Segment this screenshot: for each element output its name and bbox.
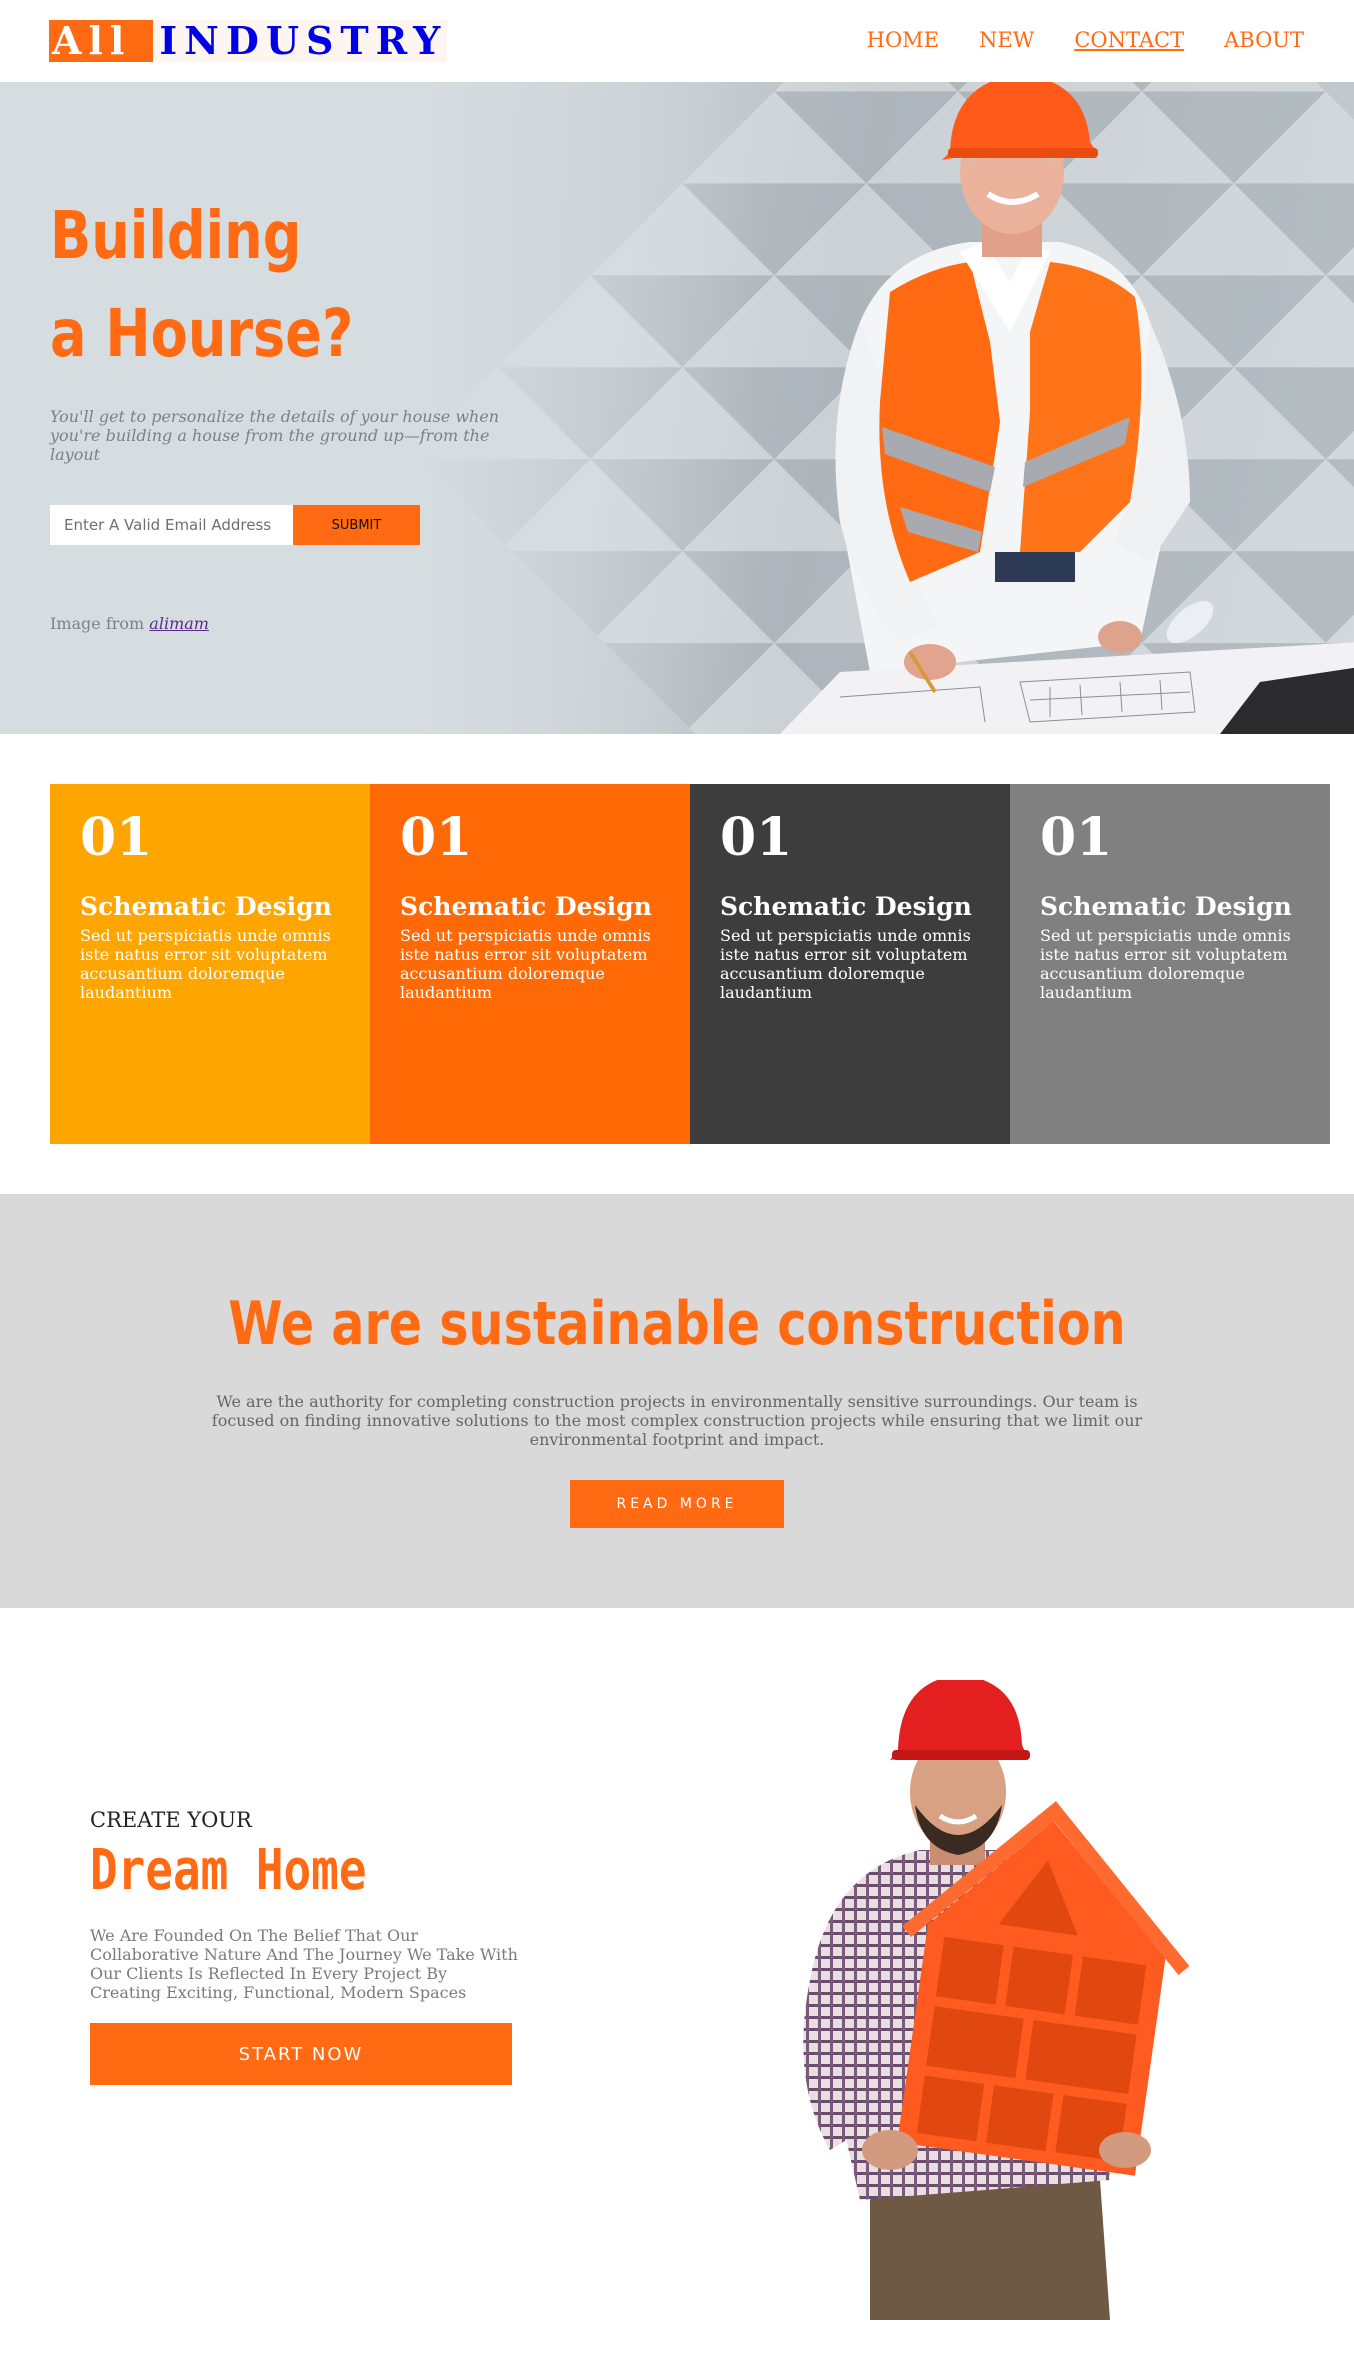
logo-all: All [49,20,154,62]
credit-prefix: Image from [50,614,145,633]
feature-number: 01 [400,807,473,868]
start-now-button[interactable]: START NOW [90,2023,512,2085]
hero-description: You'll get to personalize the details of… [50,407,500,464]
feature-title: Schematic Design [1040,892,1292,921]
sustainable-section: We are sustainable construction We are t… [0,1194,1354,1608]
logo-industry: INDUSTRY [153,20,448,62]
feature-card-1: 01 Schematic Design Sed ut perspiciatis … [50,784,370,1144]
main-nav: HOME NEW CONTACT ABOUT [867,28,1304,52]
feature-text: Sed ut perspiciatis unde omnis iste natu… [720,926,971,1002]
feature-number: 01 [80,807,153,868]
feature-title: Schematic Design [720,892,972,921]
feature-card-4: 01 Schematic Design Sed ut perspiciatis … [1010,784,1330,1144]
dream-text: We Are Founded On The Belief That Our Co… [90,1926,518,2002]
newsletter-form: SUBMIT [50,505,420,545]
dream-title: Dream Home [90,1838,367,1903]
site-logo[interactable]: All INDUSTRY [49,20,448,62]
hero-section: Building a Hourse? You'll get to persona… [0,82,1354,734]
feature-card-3: 01 Schematic Design Sed ut perspiciatis … [690,784,1010,1144]
builder-holding-house-image [803,1680,1190,2320]
hero-title-line1: Building [50,197,302,274]
nav-home[interactable]: HOME [867,28,939,52]
read-more-button[interactable]: READ MORE [570,1480,784,1528]
submit-button[interactable]: SUBMIT [293,505,420,545]
feature-card-2: 01 Schematic Design Sed ut perspiciatis … [370,784,690,1144]
sustainable-text: We are the authority for completing cons… [211,1392,1143,1449]
email-input[interactable] [50,505,293,545]
image-credit: Image from alimam [50,614,209,633]
feature-number: 01 [1040,807,1113,868]
features-row: 01 Schematic Design Sed ut perspiciatis … [50,784,1330,1144]
feature-text: Sed ut perspiciatis unde omnis iste natu… [80,926,331,1002]
hero-title: Building a Hourse? [50,187,460,383]
dream-subtitle: CREATE YOUR [90,1808,252,1832]
feature-text: Sed ut perspiciatis unde omnis iste natu… [1040,926,1291,1002]
feature-title: Schematic Design [80,892,332,921]
hero-title-line2: a Hourse? [50,295,354,372]
feature-text: Sed ut perspiciatis unde omnis iste natu… [400,926,651,1002]
nav-about[interactable]: ABOUT [1224,28,1304,52]
worker-in-hardhat-image [780,82,1354,734]
sustainable-title: We are sustainable construction [228,1289,1126,1359]
feature-number: 01 [720,807,793,868]
nav-new[interactable]: NEW [979,28,1034,52]
nav-contact[interactable]: CONTACT [1074,28,1184,52]
feature-title: Schematic Design [400,892,652,921]
credit-link[interactable]: alimam [149,614,209,633]
site-header: All INDUSTRY HOME NEW CONTACT ABOUT [0,0,1354,82]
